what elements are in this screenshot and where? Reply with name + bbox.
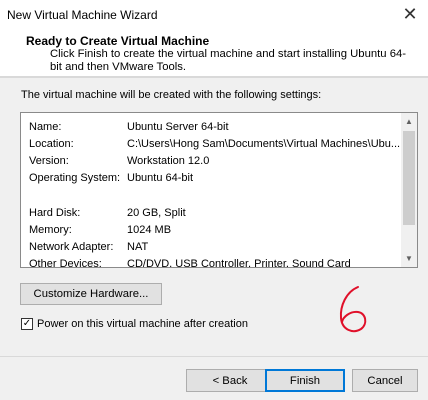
wizard-content: The virtual machine will be created with… — [0, 78, 428, 356]
cancel-button[interactable]: Cancel — [352, 369, 418, 392]
setting-row-name: Name: Ubuntu Server 64-bit — [29, 120, 401, 137]
settings-intro: The virtual machine will be created with… — [21, 89, 322, 101]
setting-row-other-devices: Other Devices: CD/DVD, USB Controller, P… — [29, 257, 401, 268]
close-icon[interactable]: ✕ — [400, 4, 420, 24]
setting-value: 1024 MB — [127, 224, 172, 236]
settings-list: Name: Ubuntu Server 64-bit Location: C:\… — [29, 120, 401, 268]
power-on-label: Power on this virtual machine after crea… — [37, 318, 248, 330]
setting-value: 20 GB, Split — [127, 207, 186, 219]
settings-summary-box[interactable]: Name: Ubuntu Server 64-bit Location: C:\… — [20, 112, 418, 268]
setting-key: Memory: — [29, 224, 72, 236]
setting-value: NAT — [127, 241, 149, 253]
setting-row-location: Location: C:\Users\Hong Sam\Documents\Vi… — [29, 137, 401, 154]
handwritten-annotation — [339, 286, 367, 333]
setting-value: CD/DVD, USB Controller, Printer, Sound C… — [127, 258, 351, 268]
vertical-scrollbar[interactable]: ▲ ▼ — [401, 113, 417, 267]
setting-key: Location: — [29, 138, 74, 150]
scroll-down-icon[interactable]: ▼ — [401, 250, 417, 267]
scrollbar-thumb[interactable] — [403, 131, 415, 225]
setting-key: Hard Disk: — [29, 207, 81, 219]
customize-hardware-button[interactable]: Customize Hardware... — [20, 283, 162, 305]
setting-value: Ubuntu Server 64-bit — [127, 121, 229, 133]
setting-key: Name: — [29, 121, 62, 133]
setting-value: Ubuntu 64-bit — [127, 172, 194, 184]
setting-key: Operating System: — [29, 172, 121, 184]
setting-key: Network Adapter: — [29, 241, 114, 253]
power-on-option[interactable]: ✓ Power on this virtual machine after cr… — [21, 318, 248, 330]
setting-key: Version: — [29, 155, 69, 167]
page-title: Ready to Create Virtual Machine — [26, 34, 210, 48]
setting-row-memory: Memory: 1024 MB — [29, 223, 401, 240]
setting-row-hard-disk: Hard Disk: 20 GB, Split — [29, 206, 401, 223]
window-title: New Virtual Machine Wizard — [7, 8, 158, 22]
setting-value: Workstation 12.0 — [127, 155, 210, 167]
setting-row-version: Version: Workstation 12.0 — [29, 154, 401, 171]
page-description: Click Finish to create the virtual machi… — [50, 48, 407, 73]
title-bar: New Virtual Machine Wizard ✕ — [0, 0, 428, 28]
finish-button[interactable]: Finish — [265, 369, 345, 392]
wizard-footer: < Back Finish Cancel — [0, 356, 428, 400]
power-on-checkbox[interactable]: ✓ — [21, 318, 33, 330]
setting-row-os: Operating System: Ubuntu 64-bit — [29, 171, 401, 188]
setting-key: Other Devices: — [29, 258, 102, 268]
wizard-header: Ready to Create Virtual Machine Click Fi… — [0, 28, 428, 76]
back-button[interactable]: < Back — [186, 369, 274, 392]
scroll-up-icon[interactable]: ▲ — [401, 113, 417, 130]
settings-group-gap — [29, 188, 401, 206]
setting-row-network: Network Adapter: NAT — [29, 240, 401, 257]
setting-value: C:\Users\Hong Sam\Documents\Virtual Mach… — [127, 138, 401, 150]
